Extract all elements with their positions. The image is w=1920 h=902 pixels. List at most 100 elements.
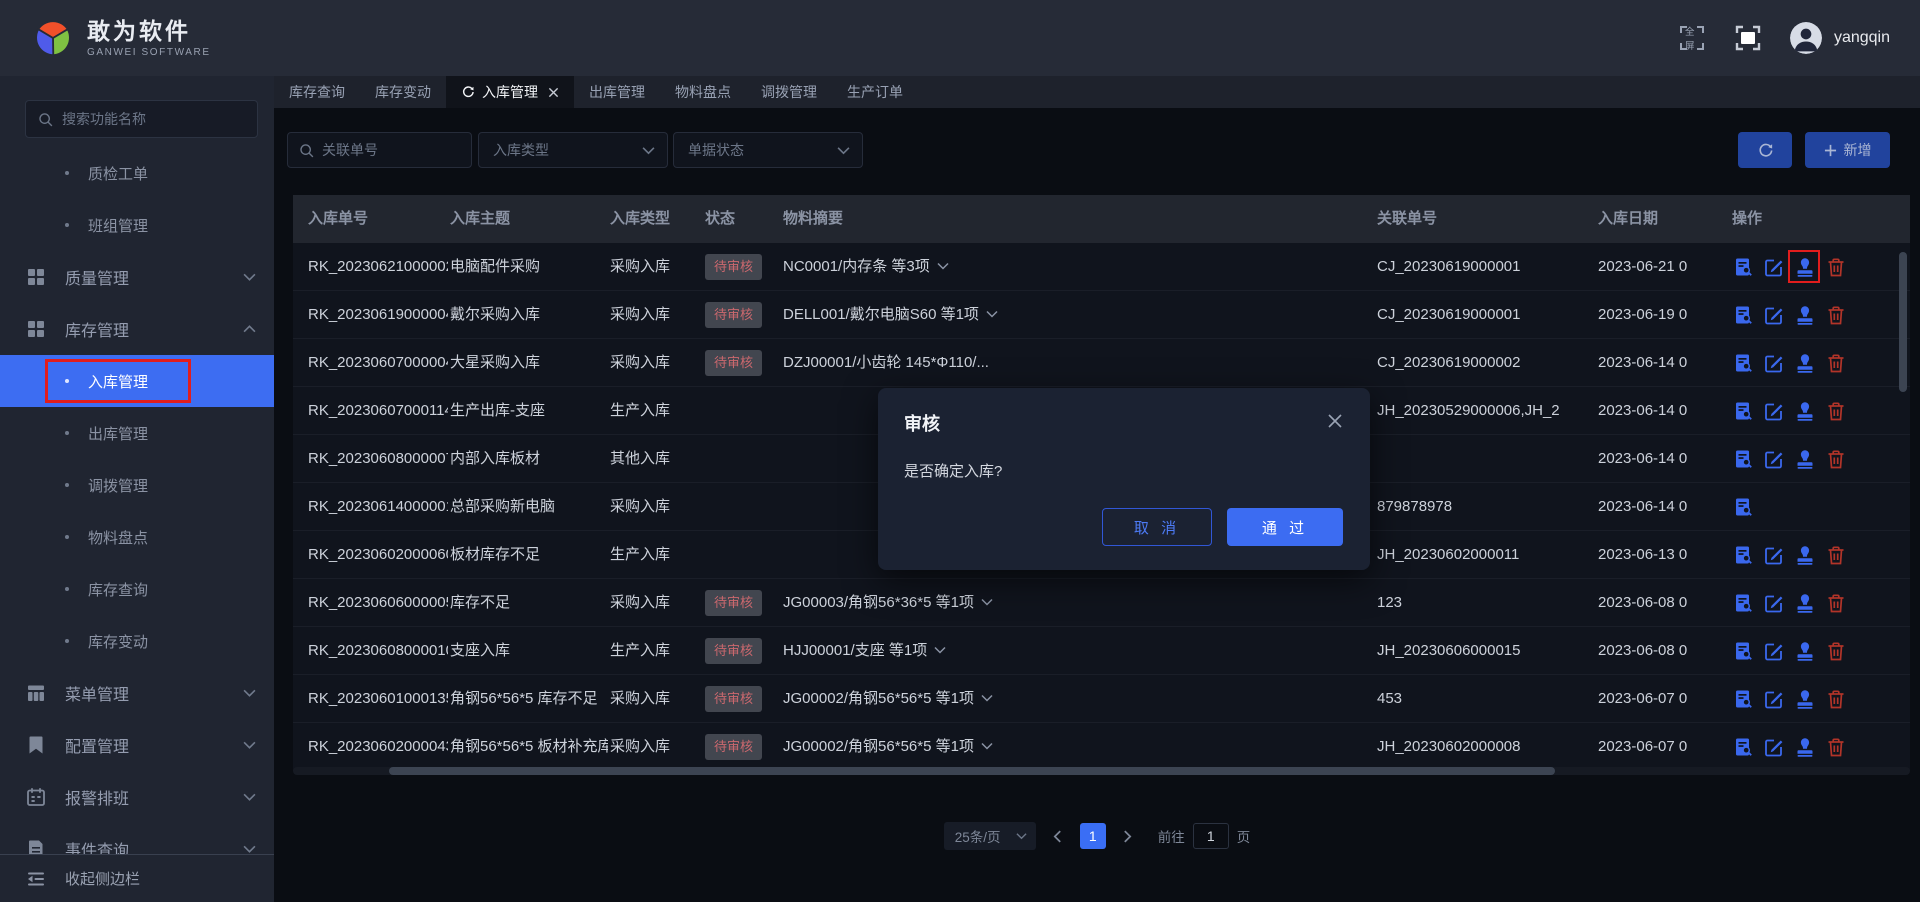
view-icon[interactable] xyxy=(1732,256,1754,278)
cell-order-no: RK_20230602000043 xyxy=(308,738,448,755)
edit-icon[interactable] xyxy=(1763,352,1785,374)
cell-assoc-no: CJ_20230619000001 xyxy=(1377,258,1521,275)
trash-icon[interactable] xyxy=(1825,592,1847,614)
user-avatar[interactable] xyxy=(1789,22,1822,54)
edit-icon[interactable] xyxy=(1763,256,1785,278)
horizontal-scrollbar-thumb[interactable] xyxy=(389,767,1555,775)
sidebar-item-label: 质量管理 xyxy=(65,271,130,288)
stamp-icon[interactable] xyxy=(1794,400,1816,422)
stamp-icon[interactable] xyxy=(1794,688,1816,710)
view-icon[interactable] xyxy=(1732,448,1754,470)
tab-库存查询[interactable]: 库存查询 xyxy=(274,76,360,108)
trash-icon[interactable] xyxy=(1825,544,1847,566)
sidebar-item-库存查询[interactable]: 库存查询 xyxy=(0,563,274,615)
stamp-icon[interactable] xyxy=(1794,736,1816,758)
stamp-icon[interactable] xyxy=(1794,640,1816,662)
chevron-down-icon[interactable] xyxy=(937,262,949,270)
tab-label: 入库管理 xyxy=(482,84,538,100)
trash-icon[interactable] xyxy=(1825,448,1847,470)
sidebar-search-input[interactable] xyxy=(62,101,252,137)
goto-page-input[interactable] xyxy=(1192,823,1229,849)
modal-message: 是否确定入库? xyxy=(904,463,1003,480)
close-icon[interactable] xyxy=(1326,412,1344,430)
trash-icon[interactable] xyxy=(1825,640,1847,662)
view-icon[interactable] xyxy=(1732,352,1754,374)
sidebar-item-配置管理[interactable]: 配置管理 xyxy=(0,719,274,771)
edit-icon[interactable] xyxy=(1763,688,1785,710)
bullet-dot xyxy=(65,587,69,591)
screenshot-icon[interactable] xyxy=(1734,24,1762,52)
sidebar-item-事件查询[interactable]: 事件查询 xyxy=(0,823,274,855)
sidebar-item-库存管理[interactable]: 库存管理 xyxy=(0,303,274,355)
tab-库存变动[interactable]: 库存变动 xyxy=(360,76,446,108)
tab-入库管理[interactable]: 入库管理 xyxy=(446,76,574,108)
brand-logo: 敢为软件 GANWEI SOFTWARE xyxy=(33,18,211,58)
add-button[interactable]: 新增 xyxy=(1805,132,1890,168)
prev-page-button[interactable] xyxy=(1046,824,1070,848)
stamp-icon[interactable] xyxy=(1794,304,1816,326)
sidebar-item-报警排班[interactable]: 报警排班 xyxy=(0,771,274,823)
edit-icon[interactable] xyxy=(1763,640,1785,662)
tab-生产订单[interactable]: 生产订单 xyxy=(832,76,918,108)
edit-icon[interactable] xyxy=(1763,544,1785,566)
edit-icon[interactable] xyxy=(1763,304,1785,326)
view-icon[interactable] xyxy=(1732,304,1754,326)
trash-icon[interactable] xyxy=(1825,688,1847,710)
inbound-type-select[interactable]: 入库类型 xyxy=(478,132,668,168)
material-text: NC0001/内存条 等3项 xyxy=(783,258,930,275)
tab-调拨管理[interactable]: 调拨管理 xyxy=(746,76,832,108)
trash-icon[interactable] xyxy=(1825,304,1847,326)
edit-icon[interactable] xyxy=(1763,592,1785,614)
trash-icon[interactable] xyxy=(1825,352,1847,374)
sidebar-item-调拨管理[interactable]: 调拨管理 xyxy=(0,459,274,511)
doc-status-select[interactable]: 单据状态 xyxy=(673,132,863,168)
tab-物料盘点[interactable]: 物料盘点 xyxy=(660,76,746,108)
view-icon[interactable] xyxy=(1732,496,1754,518)
sidebar-item-物料盘点[interactable]: 物料盘点 xyxy=(0,511,274,563)
username[interactable]: yangqin xyxy=(1834,29,1890,47)
assoc-order-search-input[interactable] xyxy=(322,133,466,167)
chevron-down-icon[interactable] xyxy=(981,742,993,750)
tab-出库管理[interactable]: 出库管理 xyxy=(574,76,660,108)
chevron-down-icon[interactable] xyxy=(981,598,993,606)
refresh-button[interactable] xyxy=(1738,132,1792,168)
confirm-button[interactable]: 通 过 xyxy=(1227,508,1343,546)
sidebar-item-入库管理[interactable]: 入库管理 xyxy=(0,355,274,407)
view-icon[interactable] xyxy=(1732,400,1754,422)
close-icon[interactable] xyxy=(548,87,559,98)
trash-icon[interactable] xyxy=(1825,256,1847,278)
chevron-down-icon[interactable] xyxy=(986,310,998,318)
stamp-icon[interactable] xyxy=(1788,250,1820,283)
sidebar-item-菜单管理[interactable]: 菜单管理 xyxy=(0,667,274,719)
view-icon[interactable] xyxy=(1732,736,1754,758)
refresh-icon[interactable] xyxy=(461,85,475,99)
fullscreen-text-icon[interactable]: 全屏 xyxy=(1678,24,1706,52)
sidebar-item-出库管理[interactable]: 出库管理 xyxy=(0,407,274,459)
next-page-button[interactable] xyxy=(1116,824,1140,848)
cancel-button[interactable]: 取 消 xyxy=(1102,508,1212,546)
view-icon[interactable] xyxy=(1732,592,1754,614)
vertical-scrollbar-thumb[interactable] xyxy=(1899,252,1907,392)
chevron-down-icon[interactable] xyxy=(934,646,946,654)
view-icon[interactable] xyxy=(1732,640,1754,662)
edit-icon[interactable] xyxy=(1763,400,1785,422)
view-icon[interactable] xyxy=(1732,544,1754,566)
sidebar-item-库存变动[interactable]: 库存变动 xyxy=(0,615,274,667)
edit-icon[interactable] xyxy=(1763,736,1785,758)
page-number-1[interactable]: 1 xyxy=(1079,823,1106,849)
trash-icon[interactable] xyxy=(1825,736,1847,758)
stamp-icon[interactable] xyxy=(1794,544,1816,566)
stamp-icon[interactable] xyxy=(1794,448,1816,470)
stamp-icon[interactable] xyxy=(1794,592,1816,614)
chevron-down-icon[interactable] xyxy=(981,694,993,702)
page-size-select[interactable]: 25条/页 xyxy=(943,822,1036,850)
sidebar-item-质检工单[interactable]: 质检工单 xyxy=(0,147,274,199)
trash-icon[interactable] xyxy=(1825,400,1847,422)
stamp-icon[interactable] xyxy=(1794,352,1816,374)
edit-icon[interactable] xyxy=(1763,448,1785,470)
sidebar-item-质量管理[interactable]: 质量管理 xyxy=(0,251,274,303)
collapse-sidebar-button[interactable]: 收起侧边栏 xyxy=(0,855,274,902)
sidebar-item-班组管理[interactable]: 班组管理 xyxy=(0,199,274,251)
table-row: RK_20230608000010 支座入库 生产入库 待审核 HJJ00001… xyxy=(293,627,1910,675)
view-icon[interactable] xyxy=(1732,688,1754,710)
